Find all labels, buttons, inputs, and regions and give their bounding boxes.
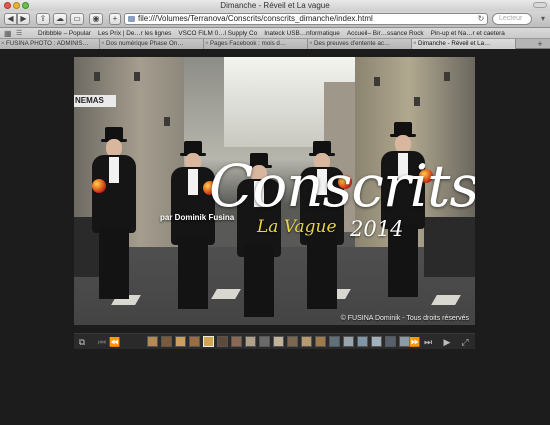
sidebar-button[interactable]: ◉ bbox=[89, 13, 103, 25]
tab-close-icon[interactable]: × bbox=[309, 39, 313, 49]
tab-close-icon[interactable]: × bbox=[101, 39, 105, 49]
photo-window bbox=[374, 77, 380, 86]
thumbnail[interactable] bbox=[217, 336, 228, 347]
photo-year: 2014 bbox=[350, 217, 404, 241]
tab-label: FUSINA PHOTO : ADMINIS… bbox=[6, 40, 89, 47]
tab-label: Des preuves d'entente ac… bbox=[314, 40, 391, 47]
book-icon: ▭ bbox=[73, 14, 81, 23]
browser-tab[interactable]: × Dimanche - Réveil et La… bbox=[412, 39, 516, 49]
bookmark-items: Dribbble – Popular Les Prix | De…r les li… bbox=[38, 28, 505, 38]
browser-tab[interactable]: × Pages Facebook : mois d… bbox=[204, 39, 308, 49]
tab-close-icon[interactable]: × bbox=[1, 39, 5, 49]
thumbnail[interactable] bbox=[231, 336, 242, 347]
thumbnail[interactable] bbox=[203, 336, 214, 347]
thumbnail[interactable] bbox=[147, 336, 158, 347]
bookmark-item[interactable]: Inateck USB…nformatique bbox=[264, 28, 340, 38]
cloud-icon: ☁ bbox=[56, 14, 64, 23]
window-title: Dimanche - Réveil et La vague bbox=[220, 1, 330, 10]
circle-icon: ◉ bbox=[92, 14, 100, 23]
photo-title: Conscrits bbox=[209, 152, 475, 220]
photo-crowd-right bbox=[424, 217, 475, 277]
add-bookmark-button[interactable]: + bbox=[109, 13, 121, 25]
thumbnail[interactable] bbox=[301, 336, 312, 347]
thumbnail[interactable] bbox=[357, 336, 368, 347]
search-field[interactable]: Lecteur bbox=[492, 13, 532, 25]
browser-tab[interactable]: × FUSINA PHOTO : ADMINIS… bbox=[0, 39, 100, 49]
forward-button[interactable]: ▶ bbox=[17, 13, 30, 25]
reload-icon[interactable]: ↻ bbox=[477, 15, 485, 23]
last-page-icon[interactable]: ⏭ bbox=[422, 336, 434, 348]
browser-tab[interactable]: × Dos numérique Phase On… bbox=[100, 39, 204, 49]
tab-close-icon[interactable]: × bbox=[413, 39, 417, 49]
first-page-icon[interactable]: ⏮ bbox=[96, 336, 108, 348]
browser-toolbar: ◀ ▶ ⇪ ☁ ▭ ◉ + file:///Volumes/Terranova/… bbox=[0, 11, 550, 28]
thumbnail[interactable] bbox=[273, 336, 284, 347]
photo-byline: par Dominik Fusina bbox=[160, 213, 235, 222]
back-arrow-icon: ◀ bbox=[7, 14, 14, 23]
thumbnail[interactable] bbox=[329, 336, 340, 347]
plus-icon: + bbox=[112, 14, 118, 23]
icloud-tabs-button[interactable]: ☁ bbox=[53, 13, 67, 25]
browser-tab[interactable]: × Des preuves d'entente ac… bbox=[308, 39, 412, 49]
address-bar[interactable]: file:///Volumes/Terranova/Conscrits/cons… bbox=[124, 13, 488, 25]
photo-window bbox=[414, 97, 420, 106]
reading-list-button[interactable]: ▭ bbox=[70, 13, 84, 25]
tab-label: Dimanche - Réveil et La… bbox=[418, 40, 491, 47]
fit-to-window-icon[interactable]: ⧉ bbox=[76, 336, 88, 348]
bookmark-item[interactable]: Accueil– Bir…ssance Rock bbox=[347, 28, 424, 38]
forward-arrow-icon: ▶ bbox=[20, 14, 27, 23]
share-icon: ⇪ bbox=[39, 14, 47, 23]
thumbnail-strip bbox=[147, 336, 410, 348]
thumbnail[interactable] bbox=[259, 336, 270, 347]
photo-copyright: © FUSINA Dominik - Tous droits réservés bbox=[340, 315, 469, 322]
tab-close-icon[interactable]: × bbox=[205, 39, 209, 49]
gallery-controls: ⧉ ⏮ ⏪ ⏩ ⏭ ▶ ⤢ bbox=[74, 333, 475, 349]
tab-bar: × FUSINA PHOTO : ADMINIS… × Dos numérique P… bbox=[0, 39, 550, 49]
cinema-sign: NEMAS bbox=[74, 95, 116, 107]
downloads-icon[interactable]: ▾ bbox=[538, 14, 548, 24]
search-placeholder: Lecteur bbox=[499, 15, 523, 22]
bookmark-item[interactable]: VSCO FILM 0…l Supply Co bbox=[178, 28, 257, 38]
photo-window bbox=[134, 72, 140, 81]
thumbnail[interactable] bbox=[315, 336, 326, 347]
thumbnail[interactable] bbox=[161, 336, 172, 347]
photo-window bbox=[164, 117, 170, 126]
photo-subtitle: La Vague bbox=[257, 217, 337, 237]
bookmark-item[interactable]: Pin-up et Na…r et caetera bbox=[431, 28, 505, 38]
back-button[interactable]: ◀ bbox=[4, 13, 17, 25]
next-page-icon[interactable]: ⏩ bbox=[409, 336, 421, 348]
fullscreen-icon[interactable]: ⤢ bbox=[459, 336, 471, 348]
file-icon bbox=[128, 16, 135, 22]
share-button[interactable]: ⇪ bbox=[36, 13, 50, 25]
photo-window bbox=[94, 72, 100, 81]
thumbnail[interactable] bbox=[175, 336, 186, 347]
thumbnail[interactable] bbox=[343, 336, 354, 347]
toolbar-toggle-button[interactable] bbox=[533, 2, 547, 8]
thumbnail[interactable] bbox=[385, 336, 396, 347]
address-text[interactable]: file:///Volumes/Terranova/Conscrits/cons… bbox=[138, 14, 373, 24]
thumbnail[interactable] bbox=[189, 336, 200, 347]
bookmark-item[interactable]: Les Prix | De…r les lignes bbox=[98, 28, 171, 38]
bookmarks-list-icon[interactable]: ☰ bbox=[16, 30, 32, 37]
previous-page-icon[interactable]: ⏪ bbox=[109, 336, 121, 348]
tab-label: Dos numérique Phase On… bbox=[106, 40, 184, 47]
top-sites-icon[interactable]: ▦ bbox=[4, 30, 12, 38]
gallery-photo[interactable]: NEMAS Conscrits par Dominik Fusina La Va… bbox=[74, 57, 475, 325]
thumbnail[interactable] bbox=[245, 336, 256, 347]
photo-window bbox=[444, 72, 450, 81]
title-bar: Dimanche - Réveil et La vague bbox=[0, 0, 550, 11]
slideshow-play-icon[interactable]: ▶ bbox=[441, 336, 453, 348]
thumbnail[interactable] bbox=[287, 336, 298, 347]
bookmarks-bar: ▦ ☰ Dribbble – Popular Les Prix | De…r le… bbox=[0, 28, 550, 39]
thumbnail[interactable] bbox=[371, 336, 382, 347]
bookmark-item[interactable]: Dribbble – Popular bbox=[38, 28, 91, 38]
tab-label: Pages Facebook : mois d… bbox=[210, 40, 287, 47]
new-tab-button[interactable]: + bbox=[532, 39, 548, 49]
